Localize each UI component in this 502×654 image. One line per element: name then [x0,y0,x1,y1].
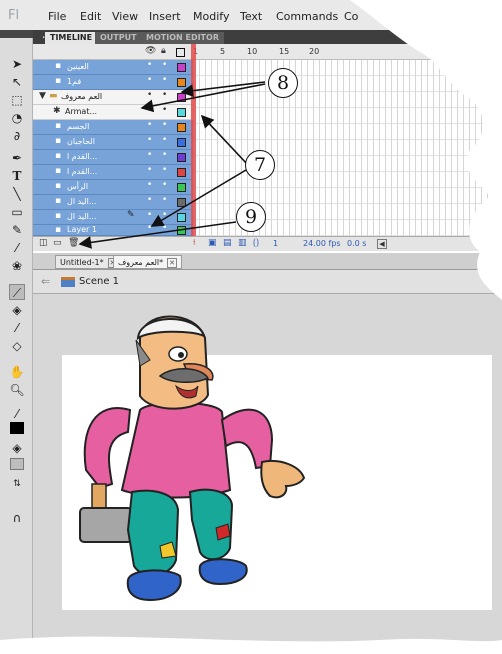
callout-7: 7 [245,150,275,180]
callout-arrows [78,81,266,249]
callout-8: 8 [268,68,298,98]
callout-9: 9 [236,202,266,232]
